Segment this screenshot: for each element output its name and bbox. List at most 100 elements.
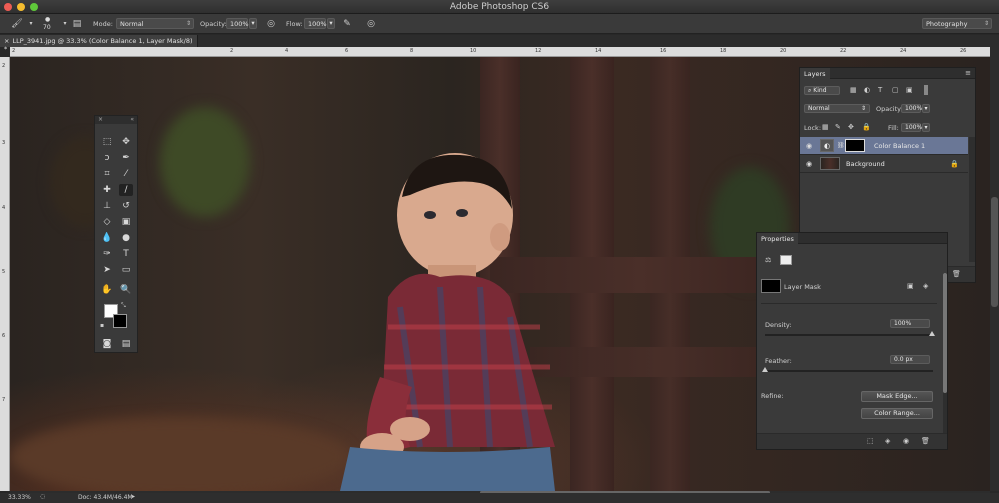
status-menu-arrow-icon[interactable]: ▸ [132,493,135,500]
lock-position-icon[interactable]: ✥ [848,123,854,131]
move-tool-icon[interactable]: ✥ [119,136,133,148]
gradient-tool-icon[interactable]: ▣ [119,216,133,228]
tab-layers[interactable]: Layers [800,68,830,79]
opacity-input[interactable]: 100% [226,18,249,29]
mask-edge-button[interactable]: Mask Edge... [861,391,933,402]
collapse-panel-icon[interactable]: « [130,116,134,123]
panel-menu-icon[interactable]: ≡ [965,69,971,77]
swap-colors-icon[interactable]: ⤡ [121,302,126,310]
brush-size-picker[interactable]: ● 70 [40,16,58,32]
type-tool-icon[interactable]: T [119,248,133,260]
mask-properties-icon[interactable] [780,255,792,265]
layer-row-color-balance[interactable]: ◉ ◐ ⛓ Color Balance 1 [800,137,968,155]
background-color-swatch[interactable] [113,314,127,328]
app-title: Adobe Photoshop CS6 [449,2,550,12]
tools-panel-header[interactable]: × « [95,116,137,124]
airbrush-icon[interactable]: ✎ [340,18,354,30]
color-range-button[interactable]: Color Range... [861,408,933,419]
adjustment-filter-icon[interactable]: ◐ [864,86,870,94]
filter-kind-value: Kind [813,87,827,94]
zoom-level[interactable]: 33.33% [8,494,31,501]
tab-properties[interactable]: Properties [757,233,798,244]
load-selection-icon[interactable]: ⬚ [867,437,874,445]
path-selection-tool-icon[interactable]: ➤ [100,264,114,276]
clone-stamp-tool-icon[interactable]: ⊥ [100,200,114,212]
feather-input[interactable]: 0.0 px [890,355,930,364]
default-colors-icon[interactable]: ▪ [100,322,104,329]
rectangle-tool-icon[interactable]: ▭ [119,264,133,276]
apply-mask-icon[interactable]: ◈ [885,437,890,445]
lock-all-icon[interactable]: 🔒 [862,123,871,131]
hand-tool-icon[interactable]: ✋ [100,284,114,296]
blur-tool-icon[interactable]: 💧 [100,232,114,244]
layer-thumbnail[interactable] [820,157,840,170]
properties-scroll-thumb[interactable] [943,273,947,393]
filter-kind-select[interactable]: ⌕ Kind [804,86,840,95]
quick-mask-icon[interactable]: ◙ [100,338,114,350]
layer-opacity-input[interactable]: 100% [901,104,922,113]
fill-input[interactable]: 100% [901,123,922,132]
density-input[interactable]: 100% [890,319,930,328]
shape-filter-icon[interactable]: ▢ [892,86,899,94]
delete-layer-icon[interactable]: 🗑 [952,270,961,278]
pressure-opacity-icon[interactable]: ◎ [264,18,278,30]
layers-scrollbar[interactable] [969,137,975,262]
opacity-chevron-icon[interactable]: ▾ [249,18,257,29]
pressure-size-icon[interactable]: ◎ [364,18,378,30]
disable-mask-icon[interactable]: ◉ [903,437,909,445]
screen-mode-icon[interactable]: ▤ [119,338,133,350]
density-slider[interactable] [765,331,935,336]
tool-preset-chevron-icon[interactable]: ▾ [24,18,38,30]
workspace-select[interactable]: Photography ⇕ [922,18,992,29]
visibility-eye-icon[interactable]: ◉ [806,160,812,168]
pixel-mask-icon[interactable]: ▣ [907,282,914,290]
crop-tool-icon[interactable]: ⌗ [100,168,114,180]
adjustment-properties-icon[interactable]: ⚖ [765,256,771,264]
pen-tool-icon[interactable]: ✑ [100,248,114,260]
pixel-filter-icon[interactable]: ▦ [850,86,857,94]
vector-mask-icon[interactable]: ◈ [923,282,928,290]
layer-mask-thumbnail[interactable] [845,139,865,152]
brush-panel-icon[interactable]: ▤ [70,18,84,30]
fill-chevron-icon[interactable]: ▾ [922,123,930,132]
history-brush-tool-icon[interactable]: ↺ [119,200,133,212]
delete-mask-icon[interactable]: 🗑 [921,437,930,445]
flow-input[interactable]: 100% [304,18,327,29]
filter-toggle[interactable] [924,85,928,95]
type-filter-icon[interactable]: T [878,86,882,94]
properties-scrollbar[interactable] [943,273,947,433]
vertical-scroll-thumb[interactable] [991,197,998,307]
healing-brush-tool-icon[interactable]: ✚ [100,184,114,196]
chevron-updown-icon: ⇕ [860,105,866,112]
document-tab[interactable]: × LLP_3941.jpg @ 33.3% (Color Balance 1, … [0,35,198,53]
mask-link-icon[interactable]: ⛓ [837,142,845,149]
vertical-scrollbar[interactable] [990,47,999,491]
ruler-horizontal[interactable]: 2 2 4 6 8 10 12 14 16 18 20 22 24 26 [10,47,990,57]
flow-chevron-icon[interactable]: ▾ [327,18,335,29]
lock-transparent-icon[interactable]: ▦ [822,123,829,131]
layer-row-background[interactable]: ◉ Background 🔒 [800,155,968,173]
blend-mode-select[interactable]: Normal ⇕ [804,104,870,113]
eraser-tool-icon[interactable]: ◇ [100,216,114,228]
lock-pixels-icon[interactable]: ✎ [835,123,841,131]
zoom-tool-icon[interactable]: 🔍 [119,284,133,296]
close-tab-icon[interactable]: × [4,37,9,45]
density-slider-thumb[interactable] [929,331,935,336]
feather-slider[interactable] [762,367,933,372]
ruler-vertical[interactable]: 2 3 4 5 6 7 [0,57,10,491]
status-info-icon[interactable]: ◌ [40,493,45,500]
close-panel-icon[interactable]: × [98,116,103,123]
quick-selection-tool-icon[interactable]: ✒ [119,152,133,164]
brush-tool-icon[interactable]: 🖌 [10,18,24,30]
opacity-chevron-icon[interactable]: ▾ [922,104,930,113]
lasso-tool-icon[interactable]: ↄ [100,152,114,164]
brush-tool-icon[interactable]: / [119,184,133,196]
visibility-eye-icon[interactable]: ◉ [806,142,812,150]
eyedropper-tool-icon[interactable]: ⁄ [119,168,133,180]
marquee-tool-icon[interactable]: ⬚ [100,136,114,148]
options-bar: 🖌 ▾ ● 70 ▾ ▤ Mode: Normal ⇕ Opacity: 100%… [0,14,999,34]
mode-select[interactable]: Normal ⇕ [116,18,194,29]
feather-slider-thumb[interactable] [762,367,768,372]
dodge-tool-icon[interactable]: ● [119,232,133,244]
smart-object-filter-icon[interactable]: ▣ [906,86,913,94]
